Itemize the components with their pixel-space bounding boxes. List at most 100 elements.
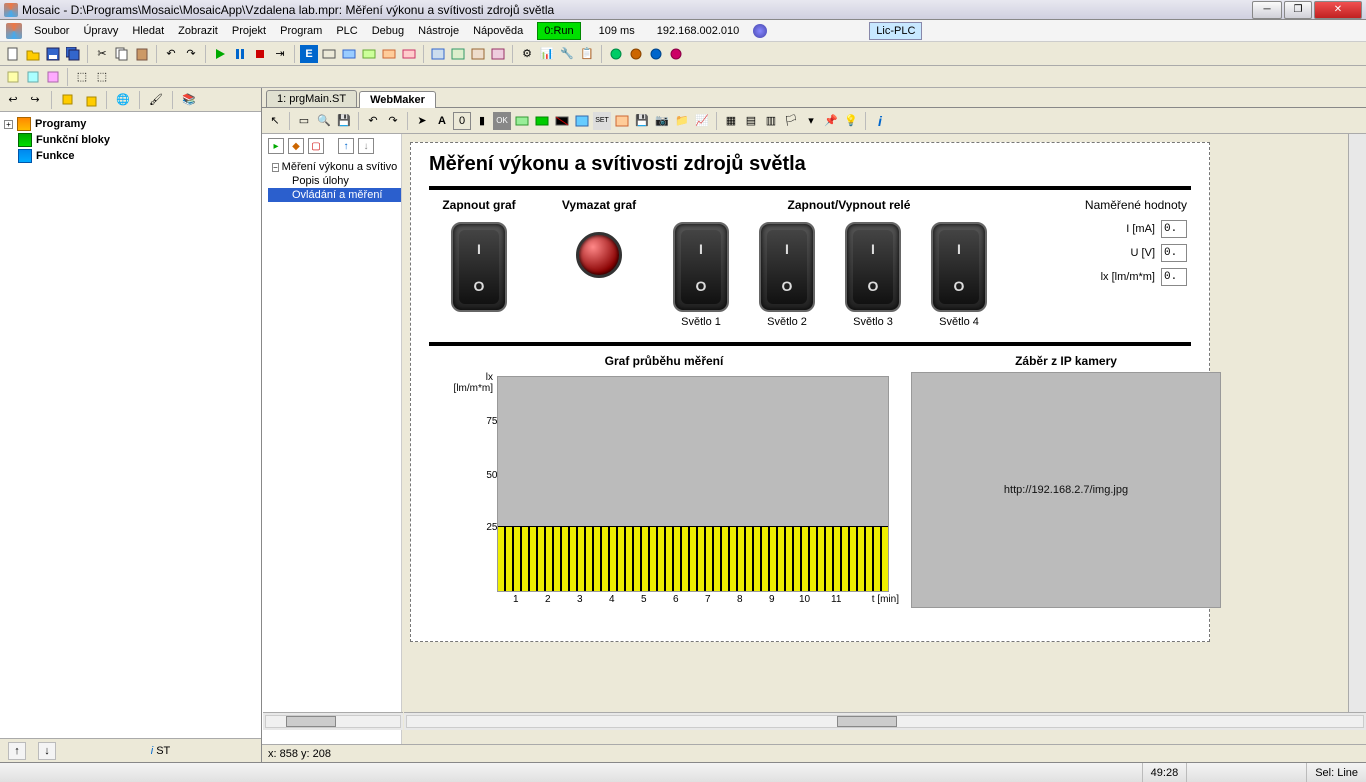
tb-win1-icon[interactable] [429,45,447,63]
nav-add-icon[interactable]: ▸ [268,138,284,154]
wm-flag-icon[interactable]: 🏳 [782,112,800,130]
tb-tool2-icon[interactable]: 📊 [538,45,556,63]
lp-fwd-icon[interactable]: ↪ [26,91,44,109]
wm-cursor-icon[interactable]: ↖ [266,112,284,130]
menu-soubor[interactable]: Soubor [28,23,75,39]
vertical-scrollbar[interactable] [1348,134,1366,726]
wm-pin-icon[interactable]: 📌 [822,112,840,130]
design-canvas-scroll[interactable]: Měření výkonu a svítivosti zdrojů světla… [402,134,1366,744]
wm-set-icon[interactable]: SET [593,112,611,130]
nav-hscroll[interactable] [263,712,403,730]
wm-fold-icon[interactable]: 📁 [673,112,691,130]
switch-svetlo4[interactable]: IO [931,222,987,312]
wm-g2-icon[interactable]: ▤ [742,112,760,130]
tb2-d-icon[interactable]: ⬚ [73,68,91,86]
tb-box2-icon[interactable] [340,45,358,63]
wm-text-icon[interactable]: A [433,112,451,130]
tb2-a-icon[interactable] [4,68,22,86]
tb-m2-icon[interactable] [627,45,645,63]
wm-btn1-icon[interactable] [513,112,531,130]
wm-img-icon[interactable] [573,112,591,130]
wm-cam-icon[interactable]: 📷 [653,112,671,130]
tb2-c-icon[interactable] [44,68,62,86]
project-tree[interactable]: + Programy Funkční bloky Funkce [0,112,261,738]
menu-zobrazit[interactable]: Zobrazit [172,23,224,39]
tree-item-fb[interactable]: Funkční bloky [4,132,257,148]
tb-box4-icon[interactable] [380,45,398,63]
tb-play-icon[interactable] [211,45,229,63]
switch-svetlo3[interactable]: IO [845,222,901,312]
tab-prgmain[interactable]: 1: prgMain.ST [266,90,357,107]
lp-down-button[interactable]: ↓ [38,742,56,760]
wm-find-icon[interactable]: 🔍 [315,112,333,130]
lp-globe-icon[interactable]: 🌐 [114,91,132,109]
wm-box-icon[interactable]: ▭ [295,112,313,130]
tb-undo-icon[interactable]: ↶ [162,45,180,63]
wm-info-icon[interactable]: i [871,112,889,130]
wm-redo-icon[interactable]: ↷ [384,112,402,130]
menu-projekt[interactable]: Projekt [226,23,272,39]
wm-g1-icon[interactable]: ▦ [722,112,740,130]
tb-win4-icon[interactable] [489,45,507,63]
wm-dd-icon[interactable]: ▾ [802,112,820,130]
run-status[interactable]: 0:Run [537,22,580,40]
nav-popis[interactable]: Popis úlohy [268,174,401,188]
lp-brush-icon[interactable]: 🖌 [147,91,165,109]
tb-pause-icon[interactable] [231,45,249,63]
tb-tool1-icon[interactable]: ⚙ [518,45,536,63]
tree-item-funkce[interactable]: Funkce [4,148,257,164]
nav-new-icon[interactable]: ◆ [288,138,304,154]
canvas-hscroll[interactable] [404,712,1366,730]
tb-new-icon[interactable] [4,45,22,63]
nav-del-icon[interactable]: ▢ [308,138,324,154]
wm-pointer-icon[interactable]: ➤ [413,112,431,130]
tb-win3-icon[interactable] [469,45,487,63]
tb-step-icon[interactable]: ⇥ [271,45,289,63]
menu-hledat[interactable]: Hledat [126,23,170,39]
minimize-button[interactable]: ─ [1252,1,1282,19]
menu-program[interactable]: Program [274,23,328,39]
wm-g3-icon[interactable]: ▥ [762,112,780,130]
tb-tool4-icon[interactable]: 📋 [578,45,596,63]
tb-box1-icon[interactable] [320,45,338,63]
menu-plc[interactable]: PLC [330,23,363,39]
design-canvas[interactable]: Měření výkonu a svítivosti zdrojů světla… [410,142,1210,642]
wm-btn3-icon[interactable] [553,112,571,130]
tree-item-programy[interactable]: + Programy [4,116,257,132]
led-button-clear[interactable] [576,232,622,278]
tb-save-icon[interactable] [44,45,62,63]
lp-back-icon[interactable]: ↩ [4,91,22,109]
nav-up-icon[interactable]: ↑ [338,138,354,154]
wm-disk-icon[interactable]: 💾 [633,112,651,130]
wm-bulb-icon[interactable]: 💡 [842,112,860,130]
nav-root[interactable]: − Měření výkonu a svítivo [268,160,401,174]
switch-graf[interactable]: IO [451,222,507,312]
tab-webmaker[interactable]: WebMaker [359,91,436,108]
tb-box5-icon[interactable] [400,45,418,63]
wm-ok-icon[interactable]: OK [493,112,511,130]
nav-down-icon[interactable]: ↓ [358,138,374,154]
tb-open-icon[interactable] [24,45,42,63]
lp-book-icon[interactable]: 📚 [180,91,198,109]
tb-tool3-icon[interactable]: 🔧 [558,45,576,63]
wm-num-icon[interactable]: 0 [453,112,471,130]
switch-svetlo2[interactable]: IO [759,222,815,312]
tb2-e-icon[interactable]: ⬚ [93,68,111,86]
tb-stop-icon[interactable] [251,45,269,63]
wm-save-icon[interactable]: 💾 [335,112,353,130]
wm-undo-icon[interactable]: ↶ [364,112,382,130]
menu-upravy[interactable]: Úpravy [77,23,124,39]
tb-m1-icon[interactable] [607,45,625,63]
tb-win2-icon[interactable] [449,45,467,63]
tb-e-icon[interactable]: E [300,45,318,63]
menu-nastroje[interactable]: Nástroje [412,23,465,39]
tb-paste-icon[interactable] [133,45,151,63]
tb-box3-icon[interactable] [360,45,378,63]
tb2-b-icon[interactable] [24,68,42,86]
tb-saveall-icon[interactable] [64,45,82,63]
switch-svetlo1[interactable]: IO [673,222,729,312]
page-tree[interactable]: − Měření výkonu a svítivo Popis úlohy Ov… [262,160,401,202]
close-button[interactable]: ✕ [1314,1,1362,19]
lp-copy-icon[interactable] [59,91,77,109]
gear-icon[interactable] [753,24,767,38]
